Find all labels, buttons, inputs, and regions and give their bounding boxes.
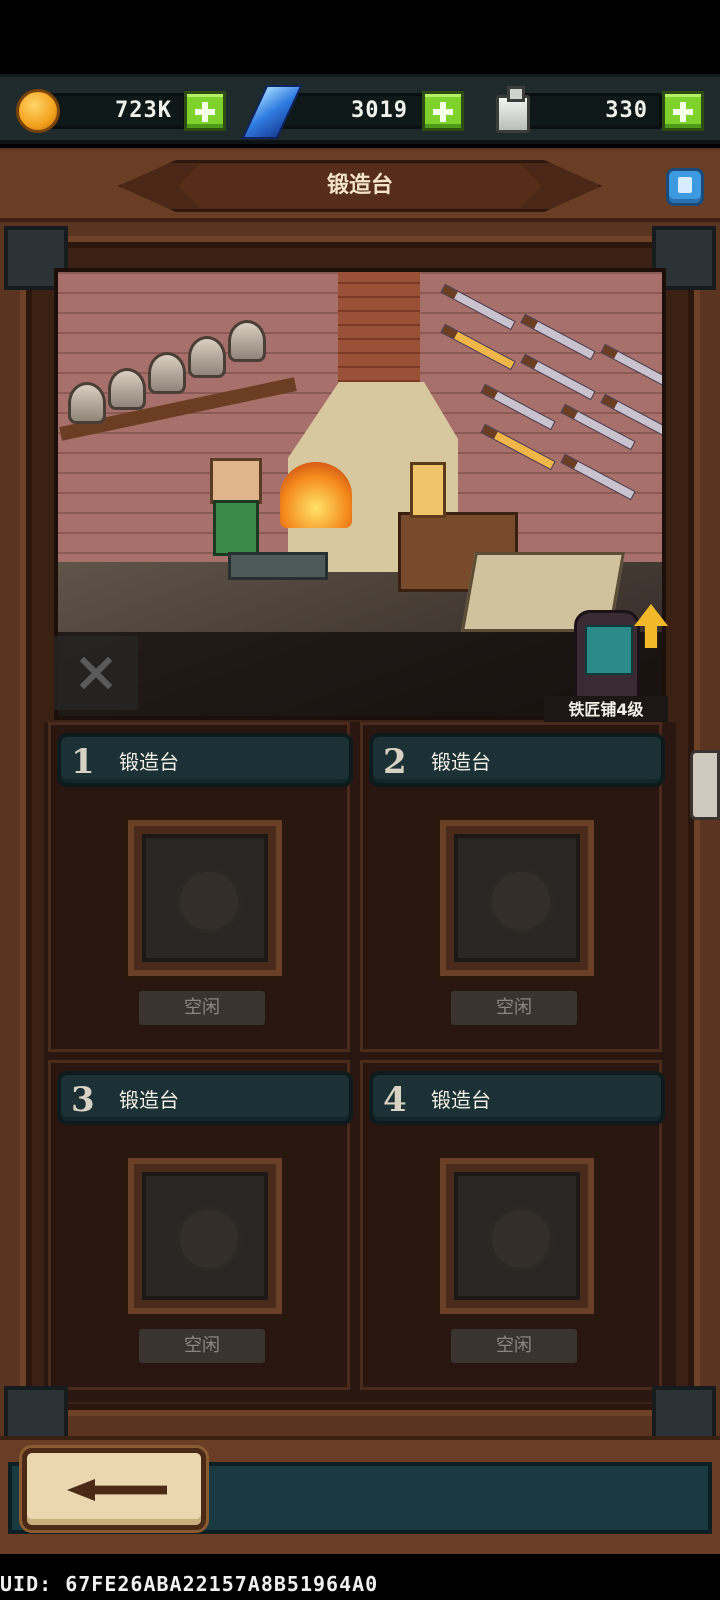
blacksmith-shop-icon — [574, 610, 640, 700]
slot-title: 锻造台 — [119, 1088, 179, 1112]
slot-header: 3 锻造台 — [57, 1071, 353, 1125]
slot-status: 空闲 — [139, 1329, 265, 1363]
status-area — [0, 0, 720, 74]
slot-status: 空闲 — [451, 991, 577, 1025]
helmet-icon — [148, 352, 186, 394]
slot-item-frame[interactable] — [123, 815, 287, 981]
slot-number: 2 — [383, 742, 407, 782]
empty-slot-icon — [454, 834, 580, 962]
slot-item-frame[interactable] — [435, 1153, 599, 1319]
slot-status: 空闲 — [451, 1329, 577, 1363]
blacksmith-body — [213, 500, 259, 556]
info-book-icon[interactable] — [666, 168, 704, 206]
potion-amount: 330 — [605, 98, 648, 123]
helmet-icon — [68, 382, 106, 424]
uid-text: UID: 67FE26ABA22157A8B51964A0 — [0, 1572, 379, 1596]
slot-item-frame[interactable] — [123, 1153, 287, 1319]
slot-title: 锻造台 — [431, 750, 491, 774]
uid-bar: UID: 67FE26ABA22157A8B51964A0 — [0, 1556, 720, 1600]
slot-item-frame[interactable] — [435, 815, 599, 981]
bottom-bar — [0, 1436, 720, 1554]
blacksmith-head — [210, 458, 262, 504]
empty-slot-icon — [142, 1172, 268, 1300]
slot-header: 1 锻造台 — [57, 733, 353, 787]
forge-slot-4[interactable]: 4 锻造台 空闲 — [360, 1060, 665, 1390]
slot-number: 3 — [71, 1080, 95, 1120]
slot-number: 4 — [383, 1080, 407, 1120]
potion-currency: 330 — [0, 85, 720, 135]
currency-bar: 723K 3019 330 — [0, 74, 720, 144]
slot-title: 锻造台 — [119, 750, 179, 774]
forge-slots-panel: 1 锻造台 空闲 2 锻造台 空闲 3 锻造台 空闲 4 锻造台 空闲 — [44, 722, 676, 1402]
bottle-icon — [496, 86, 530, 133]
blacksmith-shop-button[interactable]: 铁匠铺4级 — [538, 604, 674, 728]
forge-slot-1[interactable]: 1 锻造台 空闲 — [48, 722, 353, 1052]
slot-title: 锻造台 — [431, 1088, 491, 1112]
empty-slot-icon — [142, 834, 268, 962]
title-bar: 锻造台 — [0, 150, 720, 222]
forge-slot-2[interactable]: 2 锻造台 空闲 — [360, 722, 665, 1052]
back-button[interactable] — [22, 1448, 206, 1530]
blacksmith-level-label: 铁匠铺4级 — [544, 696, 668, 724]
helmet-icon — [108, 368, 146, 410]
slot-number: 1 — [71, 742, 95, 782]
anvil — [228, 552, 328, 580]
slot-status: 空闲 — [139, 991, 265, 1025]
close-icon[interactable] — [54, 636, 138, 710]
helmet-icon — [228, 320, 266, 362]
page-title: 锻造台 — [326, 173, 393, 198]
lantern-icon — [410, 462, 446, 518]
forge-slot-3[interactable]: 3 锻造台 空闲 — [48, 1060, 353, 1390]
back-arrow-icon — [67, 1479, 167, 1501]
slot-header: 2 锻造台 — [369, 733, 665, 787]
forge-fire — [280, 462, 352, 528]
helmet-icon — [188, 336, 226, 378]
slot-header: 4 锻造台 — [369, 1071, 665, 1125]
side-character-peek — [690, 750, 720, 820]
empty-slot-icon — [454, 1172, 580, 1300]
add-potion-button[interactable] — [662, 91, 704, 131]
